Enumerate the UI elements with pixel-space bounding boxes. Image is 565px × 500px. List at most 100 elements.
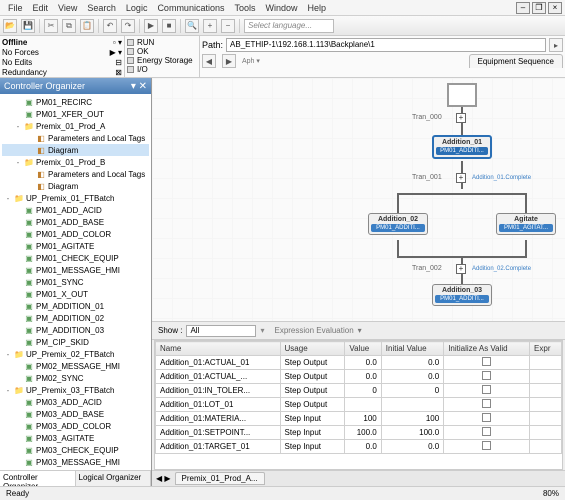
tree-node[interactable]: -📁UP_Premix_01_FTBatch bbox=[2, 192, 149, 204]
nav-fwd-icon[interactable]: ▶ bbox=[222, 54, 236, 68]
path-label: Path: bbox=[202, 40, 223, 50]
parameters-grid[interactable]: NameUsageValueInitial ValueInitialize As… bbox=[155, 341, 562, 454]
tree-node[interactable]: -📁UP_Premix_03_FTBatch bbox=[2, 384, 149, 396]
table-row[interactable]: Addition_01:MATERIA...Step Input100100 bbox=[156, 412, 562, 426]
tree-node[interactable]: ▣PM03_CHECK_EQUIP bbox=[2, 444, 149, 456]
tree-node[interactable]: ▣PM_CIP_SKID bbox=[2, 336, 149, 348]
addition02-complete: Addition_02.Complete bbox=[472, 266, 531, 272]
grid-col-header[interactable]: Initialize As Valid bbox=[444, 342, 530, 356]
transition-tran000[interactable]: + bbox=[456, 113, 466, 123]
play-icon[interactable]: ▶ bbox=[144, 19, 158, 33]
grid-col-header[interactable]: Name bbox=[156, 342, 281, 356]
transition-tran002[interactable]: + bbox=[456, 264, 466, 274]
save-icon[interactable]: 💾 bbox=[21, 19, 35, 33]
tree-node[interactable]: ▣PM01_X_OUT bbox=[2, 288, 149, 300]
copy-icon[interactable]: ⧉ bbox=[62, 19, 76, 33]
eq-sequence-tab[interactable]: Equipment Sequence bbox=[469, 54, 564, 68]
controller-tree[interactable]: ▣PM01_RECIRC▣PM01_XFER_OUT-📁Premix_01_Pr… bbox=[0, 94, 151, 470]
tree-node[interactable]: -📁Premix_01_Prod_B bbox=[2, 156, 149, 168]
window-minimize[interactable]: – bbox=[516, 2, 530, 14]
step-addition-02[interactable]: Addition_02 PM01_ADDITI... bbox=[368, 213, 428, 235]
tree-node[interactable]: ▣PM01_RECIRC bbox=[2, 96, 149, 108]
step-addition-01[interactable]: Addition_01 PM01_ADDITI... bbox=[432, 135, 492, 159]
tree-node[interactable]: ▣PM03_ADD_COLOR bbox=[2, 420, 149, 432]
undo-icon[interactable]: ↶ bbox=[103, 19, 117, 33]
menu-logic[interactable]: Logic bbox=[121, 3, 153, 13]
run-pane: RUN OK Energy Storage I/O bbox=[125, 36, 200, 77]
transition-tran001[interactable]: + bbox=[456, 173, 466, 183]
tree-node[interactable]: ▣PM01_CHECK_EQUIP bbox=[2, 252, 149, 264]
step-addition-03[interactable]: Addition_03 PM01_ADDITI... bbox=[432, 284, 492, 306]
menu-window[interactable]: Window bbox=[260, 3, 302, 13]
tab-logical-organizer[interactable]: Logical Organizer bbox=[76, 471, 152, 486]
tree-node[interactable]: ▣PM01_ADD_ACID bbox=[2, 204, 149, 216]
tree-node[interactable]: -📁Premix_01_Prod_A bbox=[2, 120, 149, 132]
status-ready: Ready bbox=[6, 489, 29, 498]
redo-icon[interactable]: ↷ bbox=[121, 19, 135, 33]
tree-node[interactable]: ▣PM_ADDITION_03 bbox=[2, 324, 149, 336]
status-redundancy: Redundancy bbox=[2, 68, 47, 78]
zoom-in-icon[interactable]: + bbox=[203, 19, 217, 33]
zoom-out-icon[interactable]: − bbox=[221, 19, 235, 33]
table-row[interactable]: Addition_01:LOT_01Step Output bbox=[156, 398, 562, 412]
language-select[interactable]: Select language... bbox=[244, 19, 334, 33]
tree-node[interactable]: ▣PM03_AGITATE bbox=[2, 432, 149, 444]
sequence-diagram[interactable]: + Tran_000 Addition_01 PM01_ADDITI... + … bbox=[152, 78, 565, 322]
path-input[interactable]: AB_ETHIP-1\192.168.1.113\Backplane\1 bbox=[226, 38, 546, 52]
cut-icon[interactable]: ✂ bbox=[44, 19, 58, 33]
grid-col-header[interactable]: Initial Value bbox=[381, 342, 443, 356]
tree-node[interactable]: ▣PM02_SYNC bbox=[2, 372, 149, 384]
table-row[interactable]: Addition_01:TARGET_01Step Input0.00.0 bbox=[156, 440, 562, 454]
table-row[interactable]: Addition_01:SETPOINT...Step Input100.010… bbox=[156, 426, 562, 440]
table-row[interactable]: Addition_01:IN_TOLER...Step Output00 bbox=[156, 384, 562, 398]
table-row[interactable]: Addition_01:ACTUAL_01Step Output0.00.0 bbox=[156, 356, 562, 370]
tree-node[interactable]: ◧Diagram bbox=[2, 180, 149, 192]
grid-col-header[interactable]: Expr bbox=[530, 342, 562, 356]
menu-comm[interactable]: Communications bbox=[152, 3, 229, 13]
window-close[interactable]: × bbox=[548, 2, 562, 14]
tree-node[interactable]: ▣PM01_XFER_OUT bbox=[2, 108, 149, 120]
tree-node[interactable]: ◧Diagram bbox=[2, 144, 149, 156]
status-noedits: No Edits bbox=[2, 58, 32, 68]
tree-node[interactable]: ▣PM03_ADD_ACID bbox=[2, 396, 149, 408]
tree-node[interactable]: ▣PM01_ADD_COLOR bbox=[2, 228, 149, 240]
grid-col-header[interactable]: Usage bbox=[280, 342, 345, 356]
menu-tools[interactable]: Tools bbox=[229, 3, 260, 13]
window-restore[interactable]: ❐ bbox=[532, 2, 546, 14]
tree-node[interactable]: ▣PM01_SYNC bbox=[2, 276, 149, 288]
tree-node[interactable]: ▣PM02_MESSAGE_HMI bbox=[2, 360, 149, 372]
paste-icon[interactable]: 📋 bbox=[80, 19, 94, 33]
menu-search[interactable]: Search bbox=[82, 3, 121, 13]
menu-file[interactable]: File bbox=[3, 3, 28, 13]
tree-node[interactable]: ◧Parameters and Local Tags bbox=[2, 132, 149, 144]
tree-node[interactable]: ◧Parameters and Local Tags bbox=[2, 168, 149, 180]
tree-node[interactable]: -📁UP_Premix_02_FTBatch bbox=[2, 348, 149, 360]
tree-node[interactable]: ▣PM_ADDITION_02 bbox=[2, 312, 149, 324]
tree-node[interactable]: ▣PM03_ADD_BASE bbox=[2, 408, 149, 420]
tab-controller-organizer[interactable]: Controller Organizer bbox=[0, 471, 76, 486]
tree-node[interactable]: ▣PM01_ADD_BASE bbox=[2, 216, 149, 228]
expr-eval-button[interactable]: Expression Evaluation bbox=[274, 326, 353, 335]
find-icon[interactable]: 🔍 bbox=[185, 19, 199, 33]
open-icon[interactable]: 📂 bbox=[3, 19, 17, 33]
status-pane: Offline▫ ▾ No Forces▶ ▾ No Edits⊟ Redund… bbox=[0, 36, 125, 77]
menu-help[interactable]: Help bbox=[303, 3, 332, 13]
run-io: I/O bbox=[137, 65, 148, 74]
initial-step[interactable] bbox=[447, 83, 477, 107]
table-row[interactable]: Addition_01:ACTUAL_...Step Output0.00.0 bbox=[156, 370, 562, 384]
bottom-tab-premix[interactable]: Premix_01_Prod_A... bbox=[175, 472, 265, 485]
menu-edit[interactable]: Edit bbox=[28, 3, 54, 13]
tree-node[interactable]: ▣PM01_AGITATE bbox=[2, 240, 149, 252]
tree-node[interactable]: ▣PM01_MESSAGE_HMI bbox=[2, 264, 149, 276]
tree-node[interactable]: ▣PM_ADDITION_01 bbox=[2, 300, 149, 312]
path-go-icon[interactable]: ▸ bbox=[549, 38, 563, 52]
tree-node[interactable]: ▣PM03_MESSAGE_HMI bbox=[2, 456, 149, 468]
addition01-complete: Addition_01.Complete bbox=[472, 175, 531, 181]
grid-filter-select[interactable]: All bbox=[186, 325, 256, 337]
menu-view[interactable]: View bbox=[53, 3, 82, 13]
grid-col-header[interactable]: Value bbox=[345, 342, 381, 356]
nav-back-icon[interactable]: ◀ bbox=[202, 54, 216, 68]
step-agitate[interactable]: Agitate PM01_AGITAT... bbox=[496, 213, 556, 235]
organizer-close-icon[interactable]: ▾ ✕ bbox=[131, 81, 147, 92]
stop-icon[interactable]: ■ bbox=[162, 19, 176, 33]
